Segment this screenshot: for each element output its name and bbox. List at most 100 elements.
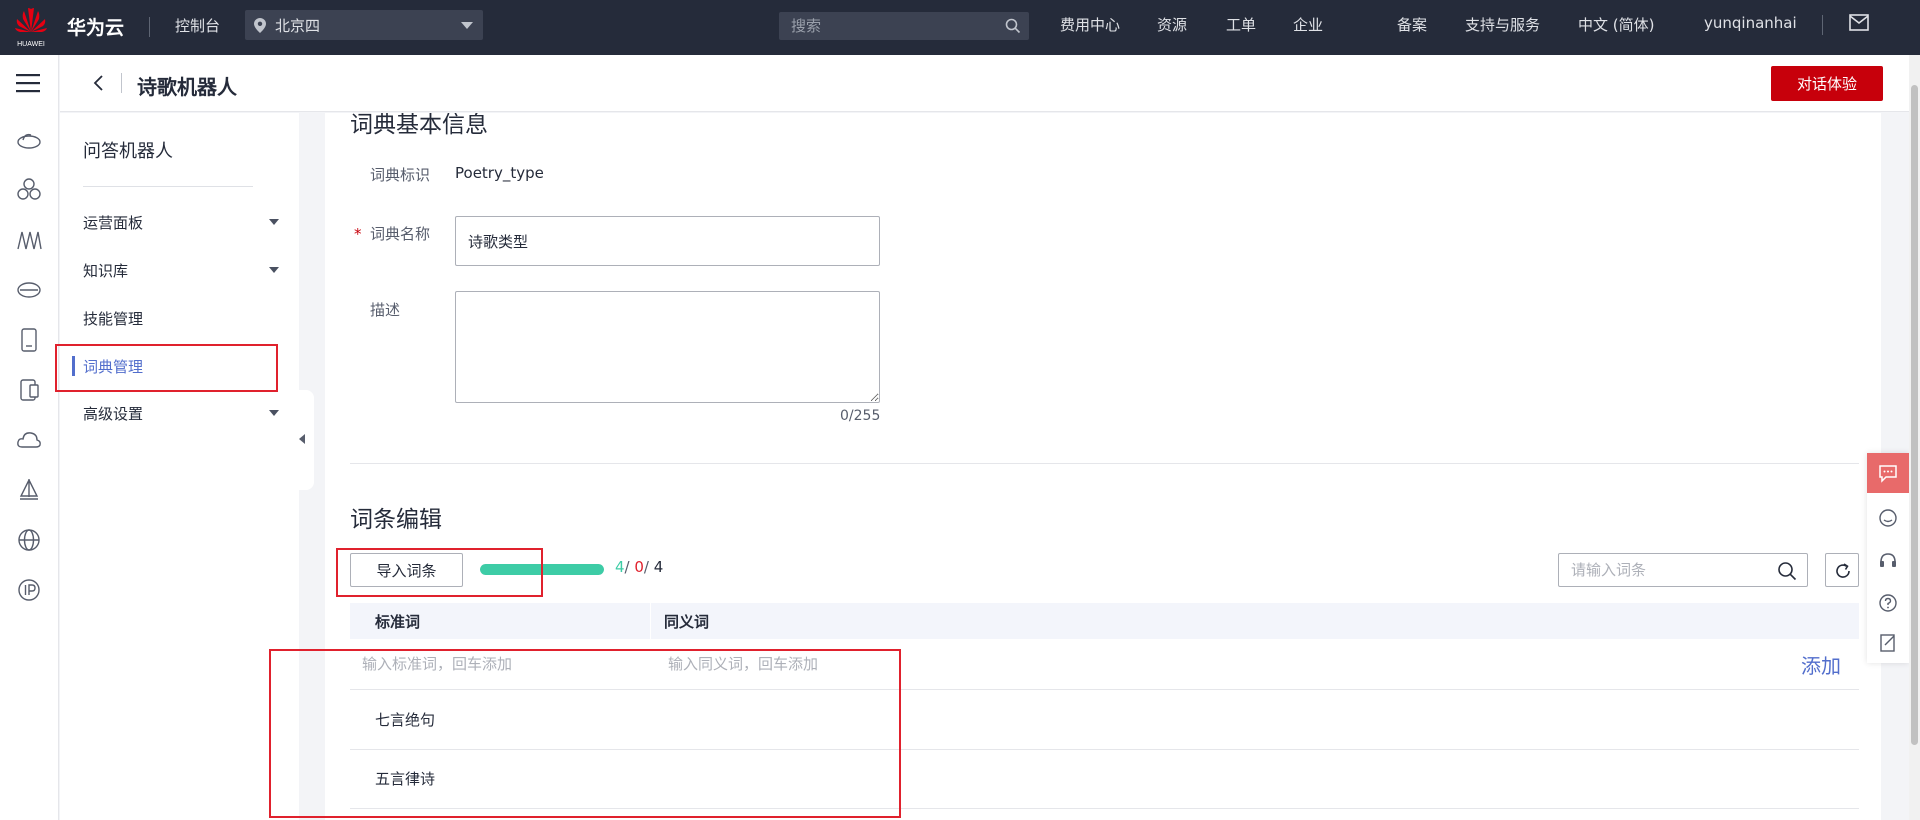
location-pin-icon — [254, 18, 266, 33]
region-label: 北京四 — [275, 17, 321, 35]
section-divider — [350, 463, 1859, 464]
nav-item-operations-panel[interactable]: 运营面板 — [60, 205, 299, 239]
import-progress-counts: 4/ 0/ 4 — [615, 558, 664, 576]
dictionary-name-input[interactable] — [455, 216, 880, 266]
dictionary-id-label: 词典标识 — [370, 166, 431, 184]
nav-item-label: 词典管理 — [83, 358, 144, 376]
nav-item-advanced-settings[interactable]: 高级设置 — [60, 396, 299, 430]
dictionary-edit-card: 词典基本信息 词典标识 Poetry_type * 词典名称 描述 0/255 … — [325, 113, 1881, 820]
phone-icon[interactable] — [16, 377, 42, 403]
service-icon-rail — [0, 55, 59, 820]
divider — [121, 73, 122, 93]
page-scrollbar[interactable] — [1909, 55, 1920, 820]
import-entries-button[interactable]: 导入词条 — [350, 553, 463, 587]
console-link[interactable]: 控制台 — [175, 15, 220, 36]
nav-item-label: 技能管理 — [83, 310, 144, 328]
table-row[interactable]: 五言律诗 — [350, 750, 1859, 809]
add-entry-link[interactable]: 添加 — [1801, 650, 1841, 679]
nav-username[interactable]: yunqinanhai — [1704, 14, 1797, 32]
import-progress-bar — [480, 564, 604, 575]
synonym-input[interactable] — [668, 647, 1068, 681]
nav-title: 问答机器人 — [83, 141, 173, 162]
nav-item-knowledge-base[interactable]: 知识库 — [60, 253, 299, 287]
page-header: 诗歌机器人 对话体验 — [60, 55, 1910, 112]
total-count: 4 — [653, 558, 664, 576]
refresh-button[interactable] — [1825, 553, 1859, 587]
brand-name[interactable]: 华为云 — [67, 13, 124, 40]
standard-word-cell: 七言绝句 — [375, 711, 436, 729]
failed-count: 0 — [634, 558, 644, 576]
headset-icon[interactable] — [1878, 551, 1898, 571]
description-label: 描述 — [370, 301, 401, 319]
divider — [149, 17, 150, 37]
chevron-down-icon — [269, 267, 279, 273]
divider — [83, 186, 253, 187]
nav-language[interactable]: 中文 (简体) — [1578, 14, 1654, 35]
cluster-icon[interactable] — [16, 177, 42, 203]
global-search-input[interactable] — [779, 12, 989, 40]
chevron-down-icon — [269, 410, 279, 416]
bot-side-navigation: 问答机器人 运营面板 知识库 技能管理 词典管理 高级设置 — [60, 113, 299, 820]
device-icon[interactable] — [16, 327, 42, 353]
entries-table-header: 标准词 同义词 — [350, 603, 1859, 639]
page-title: 诗歌机器人 — [137, 75, 237, 99]
feedback-icon[interactable] — [1878, 633, 1898, 653]
dictionary-id-value: Poetry_type — [455, 164, 544, 182]
table-row[interactable]: 七言绝句 — [350, 691, 1859, 750]
menu-icon[interactable] — [16, 73, 40, 93]
nav-enterprise[interactable]: 企业 — [1293, 14, 1323, 35]
chat-bubble-icon — [1879, 465, 1897, 483]
scrollbar-thumb[interactable] — [1911, 85, 1918, 745]
globe-icon[interactable] — [16, 527, 42, 553]
nav-support[interactable]: 支持与服务 — [1465, 14, 1540, 35]
description-textarea[interactable] — [455, 291, 880, 403]
smiley-icon[interactable] — [1878, 508, 1898, 528]
standard-word-input[interactable] — [362, 647, 642, 681]
online-chat-button[interactable] — [1867, 453, 1909, 493]
nav-tickets[interactable]: 工单 — [1226, 14, 1256, 35]
nav-item-label: 运营面板 — [83, 214, 144, 232]
entry-add-row: 添加 — [350, 639, 1859, 690]
search-icon[interactable] — [1777, 561, 1797, 581]
nav-icp-filing[interactable]: 备案 — [1397, 14, 1427, 35]
entry-search-input[interactable] — [1559, 554, 1769, 586]
svg-text:HUAWEI: HUAWEI — [17, 41, 45, 48]
floating-help-toolbar — [1867, 453, 1909, 663]
huawei-logo[interactable]: HUAWEI — [12, 5, 50, 49]
try-dialog-button[interactable]: 对话体验 — [1771, 66, 1883, 101]
active-indicator — [72, 356, 75, 376]
chevron-down-icon — [461, 22, 473, 29]
progress-fill — [480, 564, 604, 575]
cloud-icon[interactable] — [16, 127, 42, 153]
required-mark: * — [354, 225, 362, 243]
top-navigation-bar: HUAWEI 华为云 控制台 北京四 费用中心 资源 工单 企业 备案 支持与服… — [0, 0, 1920, 55]
nav-item-label: 知识库 — [83, 262, 129, 280]
sailboat-icon[interactable] — [16, 477, 42, 503]
help-icon[interactable] — [1878, 593, 1898, 613]
column-standard-word: 标准词 — [375, 613, 421, 631]
ip-icon[interactable] — [16, 577, 42, 603]
cloud-sync-icon[interactable] — [16, 427, 42, 453]
mail-icon[interactable] — [1849, 14, 1869, 31]
column-synonym: 同义词 — [664, 613, 710, 631]
region-selector[interactable]: 北京四 — [245, 10, 483, 40]
entry-search — [1558, 553, 1808, 587]
back-arrow-icon[interactable] — [92, 73, 106, 93]
global-search — [779, 12, 1029, 40]
nav-item-label: 高级设置 — [83, 405, 144, 423]
divider — [1822, 15, 1823, 35]
chart-icon[interactable] — [16, 227, 42, 253]
chevron-down-icon — [269, 219, 279, 225]
nav-resources[interactable]: 资源 — [1157, 14, 1187, 35]
nav-item-skill-management[interactable]: 技能管理 — [60, 301, 299, 335]
description-char-count: 0/255 — [840, 408, 881, 424]
column-divider — [650, 603, 651, 639]
server-icon[interactable] — [16, 277, 42, 303]
refresh-icon — [1836, 563, 1850, 578]
section-heading-basic-info: 词典基本信息 — [350, 113, 488, 138]
collapse-sidebar-handle[interactable] — [291, 390, 314, 490]
search-icon[interactable] — [1005, 18, 1021, 34]
chevron-left-icon — [299, 434, 305, 444]
nav-billing-center[interactable]: 费用中心 — [1060, 14, 1120, 35]
nav-item-dictionary-management[interactable]: 词典管理 — [60, 349, 299, 383]
